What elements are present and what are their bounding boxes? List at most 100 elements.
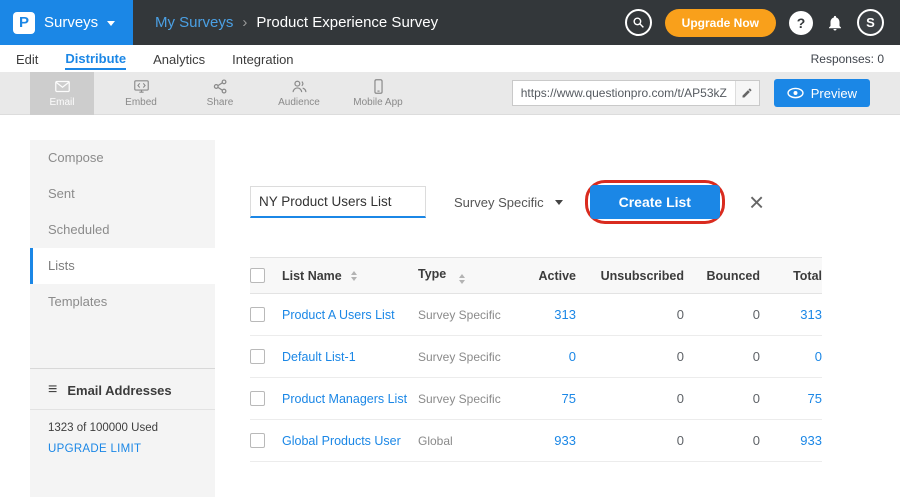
- tab-integration[interactable]: Integration: [232, 49, 293, 69]
- eye-icon: [787, 87, 804, 99]
- email-addresses-title: Email Addresses: [67, 383, 171, 398]
- table-row: Product Managers List Survey Specific 75…: [250, 378, 822, 420]
- create-list-button[interactable]: Create List: [590, 185, 720, 219]
- list-type-value: Survey Specific: [454, 195, 544, 210]
- list-icon: ≡: [48, 382, 57, 398]
- top-bar: P Surveys My Surveys › Product Experienc…: [0, 0, 900, 45]
- notifications-button[interactable]: [826, 14, 844, 32]
- unsubscribed-count: 0: [576, 433, 684, 448]
- tab-distribute[interactable]: Distribute: [65, 48, 126, 70]
- channel-embed-label: Embed: [125, 97, 157, 108]
- create-list-row: Survey Specific Create List ×: [250, 180, 870, 224]
- list-name-link[interactable]: Global Products User: [282, 434, 401, 448]
- active-count[interactable]: 75: [518, 391, 576, 406]
- channel-audience[interactable]: Audience: [267, 72, 331, 115]
- bounced-count: 0: [684, 433, 760, 448]
- channel-email[interactable]: Email: [30, 72, 94, 115]
- channel-audience-label: Audience: [278, 97, 320, 108]
- chevron-down-icon: [107, 21, 115, 26]
- sidebar-item-compose[interactable]: Compose: [30, 140, 215, 176]
- email-usage-text: 1323 of 100000 Used: [30, 410, 215, 437]
- active-count[interactable]: 313: [518, 307, 576, 322]
- channel-embed[interactable]: Embed: [109, 72, 173, 115]
- survey-url-input[interactable]: [513, 81, 735, 105]
- total-count[interactable]: 0: [760, 349, 822, 364]
- survey-nav: Edit Distribute Analytics Integration Re…: [0, 45, 900, 72]
- upgrade-now-button[interactable]: Upgrade Now: [665, 9, 776, 37]
- list-name-link[interactable]: Product A Users List: [282, 308, 395, 322]
- row-checkbox[interactable]: [250, 307, 265, 322]
- preview-button[interactable]: Preview: [774, 79, 870, 107]
- search-icon: [632, 16, 645, 29]
- sidebar-item-lists[interactable]: Lists: [30, 248, 215, 284]
- breadcrumb-separator-icon: ›: [242, 14, 247, 31]
- sidebar-item-templates[interactable]: Templates: [30, 284, 215, 320]
- total-count[interactable]: 933: [760, 433, 822, 448]
- channel-email-label: Email: [49, 97, 74, 108]
- unsubscribed-count: 0: [576, 391, 684, 406]
- sidebar-item-sent[interactable]: Sent: [30, 176, 215, 212]
- table-header-row: List Name Type Active Unsubscribed Bounc…: [250, 257, 822, 294]
- edit-url-button[interactable]: [735, 81, 759, 105]
- unsubscribed-count: 0: [576, 349, 684, 364]
- header-active: Active: [518, 269, 576, 283]
- bounced-count: 0: [684, 349, 760, 364]
- distribute-toolbar: Email Embed Share Audience Mobile App Pr…: [0, 72, 900, 115]
- tab-edit[interactable]: Edit: [16, 49, 38, 69]
- active-count[interactable]: 0: [518, 349, 576, 364]
- bell-icon: [826, 14, 844, 32]
- breadcrumb-current-survey: Product Experience Survey: [256, 14, 438, 31]
- preview-label: Preview: [811, 86, 857, 101]
- table-row: Default List-1 Survey Specific 0 0 0 0: [250, 336, 822, 378]
- row-checkbox[interactable]: [250, 349, 265, 364]
- lists-table: List Name Type Active Unsubscribed Bounc…: [250, 257, 822, 462]
- channel-mobile-app[interactable]: Mobile App: [346, 72, 410, 115]
- email-icon: [54, 78, 71, 95]
- table-row: Global Products User Global 933 0 0 933: [250, 420, 822, 462]
- lists-panel: Survey Specific Create List × List Name: [215, 140, 870, 497]
- list-name-link[interactable]: Default List-1: [282, 350, 356, 364]
- product-switcher[interactable]: P Surveys: [0, 0, 133, 45]
- email-addresses-header: ≡ Email Addresses: [30, 369, 215, 410]
- table-row: Product A Users List Survey Specific 313…: [250, 294, 822, 336]
- mobile-app-icon: [370, 78, 387, 95]
- bounced-count: 0: [684, 307, 760, 322]
- chevron-down-icon: [555, 200, 563, 205]
- audience-icon: [291, 78, 308, 95]
- sort-icon[interactable]: [459, 274, 465, 284]
- select-all-checkbox[interactable]: [250, 268, 265, 283]
- content-area: Compose Sent Scheduled Lists Templates ≡…: [0, 115, 900, 497]
- row-checkbox[interactable]: [250, 433, 265, 448]
- annotation-highlight-ring: Create List: [585, 180, 725, 224]
- tab-analytics[interactable]: Analytics: [153, 49, 205, 69]
- upgrade-limit-link[interactable]: UPGRADE LIMIT: [30, 437, 215, 461]
- search-button[interactable]: [625, 9, 652, 36]
- active-count[interactable]: 933: [518, 433, 576, 448]
- responses-count[interactable]: Responses: 0: [811, 52, 884, 66]
- breadcrumb-my-surveys[interactable]: My Surveys: [155, 14, 233, 31]
- unsubscribed-count: 0: [576, 307, 684, 322]
- pencil-icon: [741, 87, 753, 99]
- list-type: Global: [418, 434, 453, 448]
- survey-url-group: [512, 80, 760, 106]
- list-type-dropdown[interactable]: Survey Specific: [454, 195, 563, 210]
- help-button[interactable]: ?: [789, 11, 813, 35]
- header-type: Type: [418, 267, 446, 281]
- list-type: Survey Specific: [418, 350, 501, 364]
- close-icon[interactable]: ×: [749, 189, 764, 215]
- user-avatar[interactable]: S: [857, 9, 884, 36]
- list-name-link[interactable]: Product Managers List: [282, 392, 407, 406]
- sidebar-item-scheduled[interactable]: Scheduled: [30, 212, 215, 248]
- row-checkbox[interactable]: [250, 391, 265, 406]
- header-total: Total: [760, 269, 822, 283]
- channel-share[interactable]: Share: [188, 72, 252, 115]
- header-unsubscribed: Unsubscribed: [576, 269, 684, 283]
- channel-mobile-app-label: Mobile App: [353, 97, 402, 108]
- header-bounced: Bounced: [684, 269, 760, 283]
- sort-icon[interactable]: [351, 271, 357, 281]
- email-addresses-section: ≡ Email Addresses 1323 of 100000 Used UP…: [30, 368, 215, 461]
- bounced-count: 0: [684, 391, 760, 406]
- list-name-input[interactable]: [250, 186, 426, 218]
- total-count[interactable]: 313: [760, 307, 822, 322]
- total-count[interactable]: 75: [760, 391, 822, 406]
